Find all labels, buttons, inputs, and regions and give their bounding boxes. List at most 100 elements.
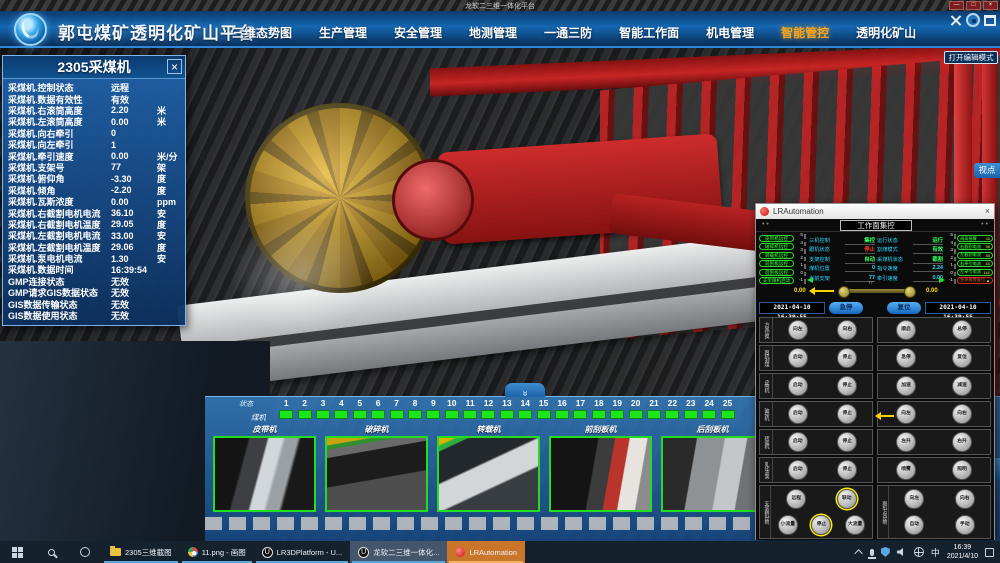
control-button[interactable]: 右升 xyxy=(952,432,972,452)
camera-item[interactable]: 破碎机 xyxy=(325,424,428,512)
control-button[interactable]: 复位 xyxy=(952,348,972,368)
control-button[interactable]: 启动 xyxy=(788,432,808,452)
remote-control-button[interactable]: 支架跟机启动 xyxy=(759,277,794,284)
value-button[interactable]: 右牵引电流 41 xyxy=(957,260,993,267)
ime-indicator[interactable]: 中 xyxy=(931,546,940,559)
channel-cell[interactable]: 6 xyxy=(369,398,387,419)
control-button[interactable]: 启动 xyxy=(788,348,808,368)
open-edit-mode-button[interactable]: 打开编辑模式 xyxy=(944,51,998,64)
control-button[interactable]: 停止 xyxy=(837,376,857,396)
taskbar-task[interactable]: LR3DPlatform - U... xyxy=(254,541,350,563)
chevron-up-icon[interactable] xyxy=(854,549,862,557)
taskbar-clock[interactable]: 16:39 2021/4/10 xyxy=(947,543,978,561)
camera-thumbnail[interactable] xyxy=(661,436,764,512)
channel-cell[interactable]: 20 xyxy=(626,398,644,419)
control-button[interactable]: 启动 xyxy=(788,404,808,424)
channel-cell[interactable]: 1 xyxy=(277,398,295,419)
gear-icon[interactable] xyxy=(966,13,980,27)
taskbar-task[interactable]: LRAutomation xyxy=(447,541,525,563)
control-button[interactable]: 向左 xyxy=(904,489,924,509)
position-slider[interactable] xyxy=(842,289,912,293)
camera-item[interactable]: 后刮板机 xyxy=(661,424,764,512)
menu-item[interactable]: 一通三防 xyxy=(544,24,592,41)
channel-cell[interactable]: 18 xyxy=(590,398,608,419)
collapse-down-tab[interactable]: « xyxy=(505,383,545,397)
control-button[interactable]: 顺启 xyxy=(896,320,916,340)
control-button[interactable]: 停止 xyxy=(837,348,857,368)
workface-control-tab[interactable]: 工作面集控 xyxy=(840,220,912,231)
remote-control-button[interactable]: 破碎机远控 xyxy=(759,243,794,250)
channel-cell[interactable]: 3 xyxy=(314,398,332,419)
close-icon[interactable]: × xyxy=(985,207,990,216)
close-button[interactable]: × xyxy=(983,1,998,10)
defender-shield-icon[interactable] xyxy=(881,547,890,557)
channel-cell[interactable]: 2 xyxy=(295,398,313,419)
value-button[interactable]: 调高摇臂 11 xyxy=(957,235,993,242)
control-button[interactable]: 喷雾 xyxy=(896,460,916,480)
channel-cell[interactable]: 10 xyxy=(443,398,461,419)
start-button[interactable] xyxy=(0,541,34,563)
channel-cell[interactable]: 16 xyxy=(553,398,571,419)
value-button[interactable]: 左截割电流 30 xyxy=(957,252,993,259)
channel-cell[interactable]: 23 xyxy=(682,398,700,419)
lra-titlebar[interactable]: LRAutomation × xyxy=(756,204,994,219)
channel-cell[interactable]: 25 xyxy=(718,398,736,419)
control-button[interactable]: 向左 xyxy=(788,320,808,340)
channel-cell[interactable]: 12 xyxy=(479,398,497,419)
menu-item[interactable]: 地测管理 xyxy=(469,24,517,41)
menu-item[interactable]: 生产管理 xyxy=(319,24,367,41)
control-button[interactable]: 小流量 xyxy=(778,515,798,535)
control-button[interactable]: 向右 xyxy=(837,320,857,340)
control-button[interactable]: 远程 xyxy=(786,489,806,509)
taskbar-task[interactable]: 11.png - 画图 xyxy=(180,541,254,563)
camera-thumbnail[interactable] xyxy=(549,436,652,512)
fullscreen-icon[interactable] xyxy=(984,15,996,26)
value-button[interactable]: 右截割电流 30 xyxy=(957,243,993,250)
control-button[interactable]: 大流量 xyxy=(845,515,865,535)
channel-cell[interactable]: 21 xyxy=(645,398,663,419)
control-button[interactable]: 减速 xyxy=(952,376,972,396)
channel-cell[interactable]: 19 xyxy=(608,398,626,419)
taskbar-task[interactable]: 龙软二三维一体化... xyxy=(350,541,447,563)
control-button[interactable]: 启动 xyxy=(788,460,808,480)
control-button[interactable]: 停止 xyxy=(837,404,857,424)
estop-button[interactable]: 急停 xyxy=(829,302,863,314)
network-globe-icon[interactable] xyxy=(914,547,924,557)
control-button[interactable]: 总停 xyxy=(952,320,972,340)
thumbnail-pager[interactable] xyxy=(205,517,750,530)
microphone-icon[interactable] xyxy=(870,549,874,556)
notification-center-icon[interactable] xyxy=(985,548,994,557)
control-button[interactable]: 手动 xyxy=(955,515,975,535)
channel-cell[interactable]: 13 xyxy=(498,398,516,419)
control-button[interactable]: 向右 xyxy=(955,489,975,509)
channel-cell[interactable]: 5 xyxy=(351,398,369,419)
menu-item[interactable]: 智能工作面 xyxy=(619,24,679,41)
camera-thumbnail[interactable] xyxy=(325,436,428,512)
os-window-titlebar[interactable]: 龙软二三维一体化平台 — □ × xyxy=(0,0,1000,11)
control-button[interactable]: 停止 xyxy=(811,515,831,535)
cortana-button[interactable] xyxy=(68,541,102,563)
menu-item[interactable]: 三维态势图 xyxy=(232,24,292,41)
channel-cell[interactable]: 4 xyxy=(332,398,350,419)
control-button[interactable]: 停止 xyxy=(837,432,857,452)
channel-cell[interactable]: 17 xyxy=(571,398,589,419)
taskbar-task[interactable]: 2305三维截图 xyxy=(102,541,180,563)
maximize-button[interactable]: □ xyxy=(966,1,981,10)
remote-control-button[interactable]: 转载机远控 xyxy=(759,252,794,259)
control-button[interactable]: 联动 xyxy=(837,489,857,509)
tools-icon[interactable] xyxy=(949,14,962,27)
control-button[interactable]: 急停 xyxy=(896,348,916,368)
remote-control-button[interactable]: 前刮板远控 xyxy=(759,260,794,267)
menu-item[interactable]: 安全管理 xyxy=(394,24,442,41)
camera-item[interactable]: 皮带机 xyxy=(213,424,316,512)
camera-item[interactable]: 转载机 xyxy=(437,424,540,512)
menu-item[interactable]: 机电管理 xyxy=(706,24,754,41)
viewpoint-tab[interactable]: 视点 xyxy=(974,163,1000,178)
speaker-icon[interactable] xyxy=(897,548,907,557)
control-button[interactable]: 启动 xyxy=(788,376,808,396)
close-icon[interactable]: × xyxy=(167,59,182,74)
channel-cell[interactable]: 14 xyxy=(516,398,534,419)
control-button[interactable]: 自动 xyxy=(904,515,924,535)
minimize-button[interactable]: — xyxy=(949,1,964,10)
remote-control-button[interactable]: 后刮板远控 xyxy=(759,269,794,276)
